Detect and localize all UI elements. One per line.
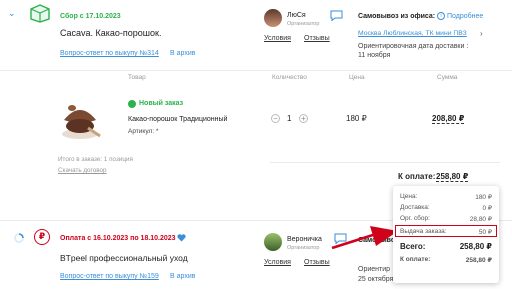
delivery2-label: Ориентир xyxy=(358,266,391,273)
divider xyxy=(270,162,500,163)
organizer-avatar[interactable] xyxy=(264,9,282,27)
reviews2-link[interactable]: Отзывы xyxy=(304,259,330,266)
popup-row-org-fee: Орг. сбор: 28,80 ₽ xyxy=(400,215,492,223)
pay-value[interactable]: 258,80 ₽ xyxy=(436,172,469,182)
col-header-price: Цена xyxy=(349,74,365,81)
col-header-qty: Количество xyxy=(272,74,307,81)
status-dot-icon xyxy=(128,100,136,108)
chevron-right-icon[interactable]: › xyxy=(480,29,483,38)
product-image[interactable] xyxy=(58,96,102,144)
qty-minus-button[interactable]: − xyxy=(271,114,280,123)
download-contract-link[interactable]: Скачать договор xyxy=(58,167,106,174)
order2-status: Оплата с 16.10.2023 по 18.10.2023 xyxy=(60,235,176,242)
archive-link[interactable]: В архив xyxy=(170,50,195,57)
order-status: Сбор с 17.10.2023 xyxy=(60,13,121,20)
pickup-address[interactable]: Москва Люблинская, ТК мини ПВЗ xyxy=(358,30,467,37)
qa-link[interactable]: Вопрос-ответ по выкупу №314 xyxy=(60,50,159,57)
chat-icon[interactable] xyxy=(330,10,343,23)
pay-label: К оплате: xyxy=(398,172,436,181)
conditions-link[interactable]: Условия xyxy=(264,35,291,42)
order-title: Cacava. Какао-порошок. xyxy=(60,28,162,38)
popup-row-issue-fee: Выдача заказа: 50 ₽ xyxy=(400,228,492,236)
col-header-product: Товар xyxy=(128,74,146,81)
order2-archive-link[interactable]: В архив xyxy=(170,273,195,280)
details-link[interactable]: Подробнее xyxy=(447,13,483,20)
order2-qa-link[interactable]: Вопрос-ответ по выкупу №159 xyxy=(60,273,159,280)
favorite-heart-icon[interactable] xyxy=(177,234,186,244)
divider xyxy=(0,70,512,71)
conditions2-link[interactable]: Условия xyxy=(264,259,291,266)
organizer-name[interactable]: ЛюСя xyxy=(287,12,306,19)
item-price: 180 ₽ xyxy=(346,114,367,123)
ruble-icon: ₽ xyxy=(34,229,50,245)
qty-value[interactable]: 1 xyxy=(287,114,291,123)
popup-pay: К оплате: 258,80 ₽ xyxy=(400,256,492,264)
delivery-date: 11 ноября xyxy=(358,52,391,59)
organizer2-avatar[interactable] xyxy=(264,233,282,251)
item-sum[interactable]: 208,80 ₽ xyxy=(432,114,465,124)
delivery2-date: 25 октября xyxy=(358,276,394,283)
popup-total: Всего: 258,80 ₽ xyxy=(400,242,492,251)
qty-plus-button[interactable]: + xyxy=(299,114,308,123)
annotation-arrow xyxy=(330,222,402,254)
info-icon[interactable]: i xyxy=(437,12,445,20)
cost-breakdown-popup: Цена: 180 ₽ Доставка: 0 ₽ Орг. сбор: 28,80 … xyxy=(393,186,499,283)
item-name[interactable]: Какао-порошок Традиционный xyxy=(128,116,227,123)
loading-spinner-icon xyxy=(14,233,24,245)
order2-title: BTpeel профессиональный уход xyxy=(60,253,188,263)
organizer2-role: Организатор xyxy=(287,245,320,251)
organizer2-name[interactable]: Вероничка xyxy=(287,236,322,243)
reviews-link[interactable]: Отзывы xyxy=(304,35,330,42)
popup-row-delivery: Доставка: 0 ₽ xyxy=(400,204,492,212)
pickup-label: Самовывоз из офиса: xyxy=(358,13,436,20)
col-header-sum: Сумма xyxy=(437,74,458,81)
delivery-label: Ориентировочная дата доставки : xyxy=(358,43,469,50)
package-icon xyxy=(28,3,52,25)
total-items: Итого в заказе: 1 позиция xyxy=(58,156,133,163)
collapse-toggle-icon[interactable]: ⌄ xyxy=(8,8,16,19)
item-status: Новый заказ xyxy=(139,100,184,107)
organizer-role: Организатор xyxy=(287,21,320,27)
popup-row-price: Цена: 180 ₽ xyxy=(400,193,492,201)
item-article: Артикул: * xyxy=(128,128,159,135)
